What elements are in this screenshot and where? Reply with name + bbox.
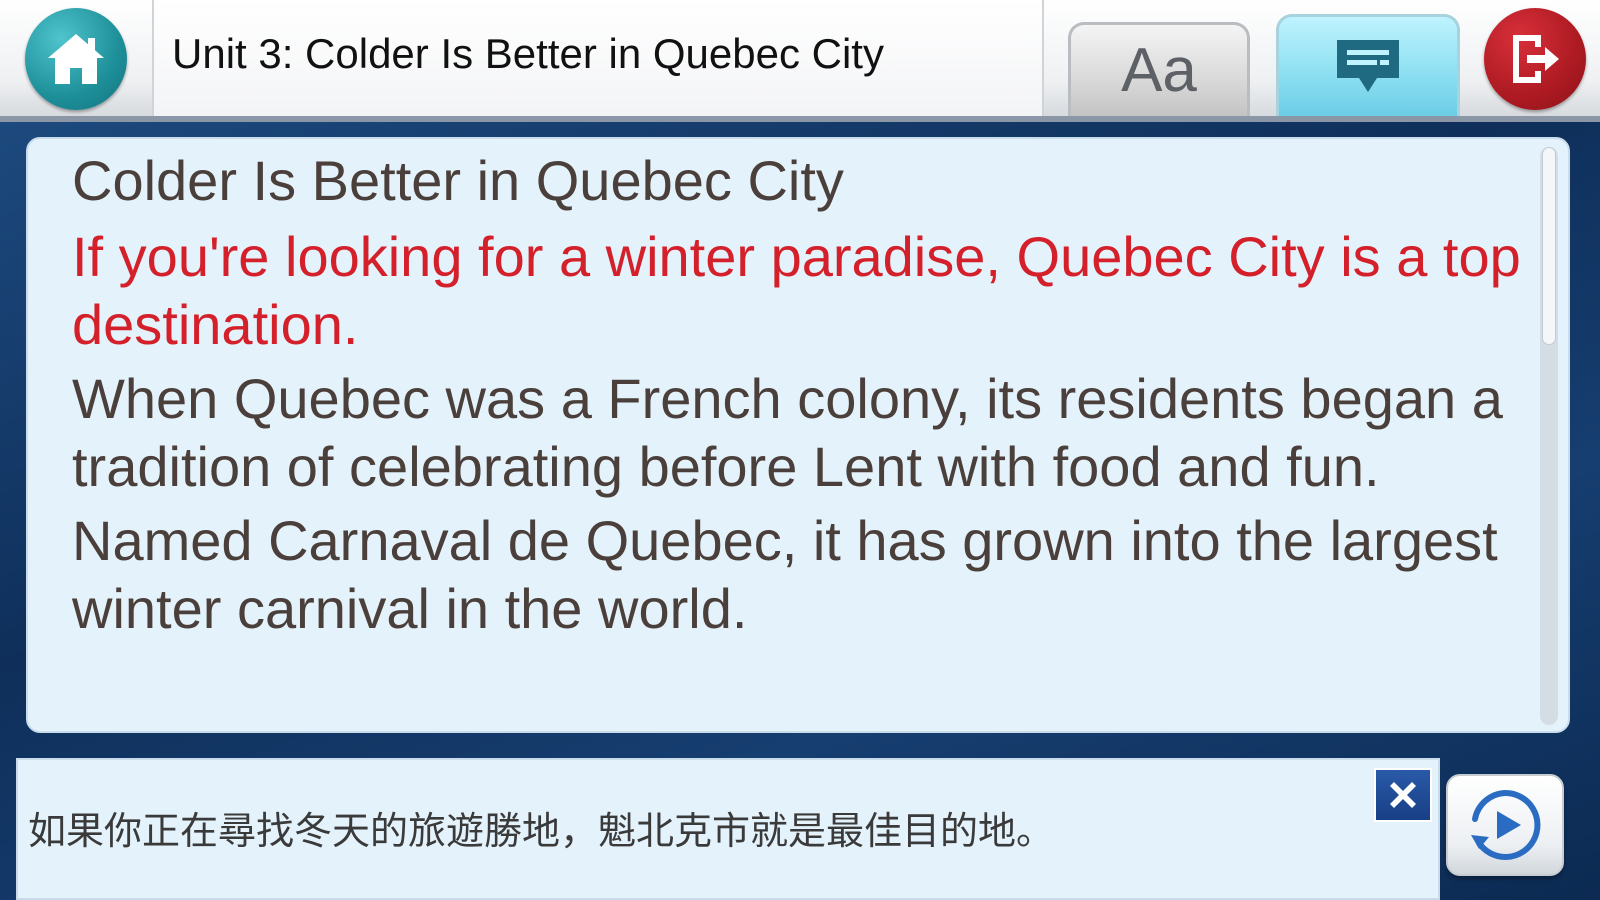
reading-panel: Colder Is Better in Quebec City If you'r… (26, 137, 1570, 733)
reading-scrollbar[interactable] (1540, 147, 1558, 725)
reading-content: Colder Is Better in Quebec City If you'r… (72, 147, 1544, 649)
exit-icon (1513, 35, 1559, 83)
close-translation-button[interactable] (1374, 768, 1432, 822)
scrollbar-thumb[interactable] (1542, 147, 1556, 345)
page-title: Unit 3: Colder Is Better in Quebec City (172, 30, 884, 77)
reading-sentence[interactable]: Named Carnaval de Quebec, it has grown i… (72, 507, 1544, 643)
reading-sentence[interactable]: When Quebec was a French colony, its res… (72, 365, 1544, 501)
reading-heading[interactable]: Colder Is Better in Quebec City (72, 147, 1544, 215)
title-area: Unit 3: Colder Is Better in Quebec City (152, 0, 1044, 116)
replay-icon (1471, 789, 1541, 860)
font-size-button[interactable]: Aa (1068, 22, 1250, 116)
font-size-label: Aa (1121, 36, 1197, 105)
reading-sentence-active[interactable]: If you're looking for a winter paradise,… (72, 223, 1544, 359)
top-bar: Unit 3: Colder Is Better in Quebec City … (0, 0, 1600, 122)
subtitle-icon (1337, 39, 1399, 92)
close-icon (1390, 782, 1416, 808)
translation-panel: 如果你正在尋找冬天的旅遊勝地，魁北克市就是最佳目的地。 (16, 758, 1440, 900)
replay-button[interactable] (1446, 774, 1564, 876)
subtitle-toggle-button[interactable] (1276, 14, 1460, 116)
home-button[interactable] (25, 8, 127, 110)
home-icon (48, 34, 104, 84)
translation-text: 如果你正在尋找冬天的旅遊勝地，魁北克市就是最佳目的地。 (28, 809, 1055, 853)
exit-button[interactable] (1484, 8, 1586, 110)
